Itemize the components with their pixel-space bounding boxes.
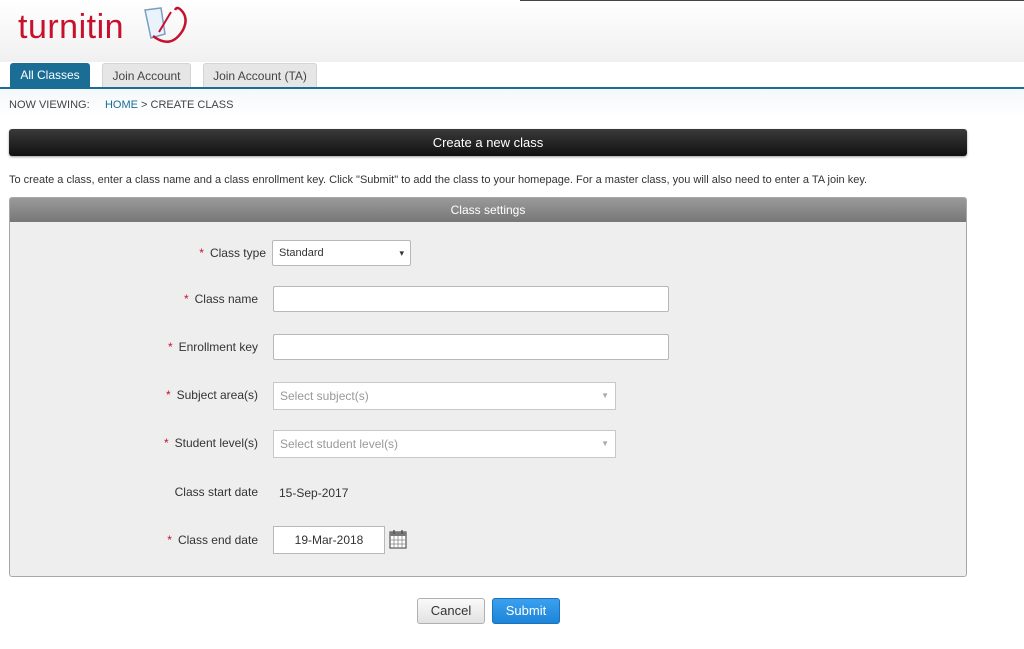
start-date-value: 15-Sep-2017 xyxy=(279,486,349,500)
logo-mark-icon xyxy=(144,6,187,43)
calendar-icon[interactable] xyxy=(389,529,407,549)
breadcrumb-prefix: NOW VIEWING: xyxy=(9,99,90,111)
breadcrumb-separator: > xyxy=(141,99,148,111)
student-levels-placeholder: Select student level(s) xyxy=(280,437,399,451)
top-divider xyxy=(520,0,1024,1)
class-type-label: * Class type xyxy=(199,246,266,260)
class-name-label: * Class name xyxy=(183,292,258,306)
chevron-down-icon: ▾ xyxy=(399,248,404,258)
class-type-select[interactable]: Standard ▾ xyxy=(272,240,411,266)
breadcrumb: NOW VIEWING: HOME > CREATE CLASS xyxy=(9,99,233,111)
required-marker: * xyxy=(167,533,172,547)
required-marker: * xyxy=(183,292,189,306)
breadcrumb-current: CREATE CLASS xyxy=(150,99,234,111)
class-type-value: Standard xyxy=(279,247,324,259)
required-marker: * xyxy=(199,246,204,260)
required-marker: * xyxy=(167,340,173,354)
end-date-label: * Class end date xyxy=(167,533,258,547)
breadcrumb-home-link[interactable]: HOME xyxy=(105,99,138,111)
class-name-input[interactable] xyxy=(273,286,669,312)
end-date-input[interactable]: 19-Mar-2018 xyxy=(273,526,385,554)
logo-text: turnitin xyxy=(18,8,125,46)
enrollment-key-input[interactable] xyxy=(273,334,669,360)
cancel-button[interactable]: Cancel xyxy=(417,598,485,624)
chevron-down-icon: ▼ xyxy=(601,439,609,448)
subject-areas-label: * Subject area(s) xyxy=(165,388,258,402)
tab-bar: All Classes Join Account Join Account (T… xyxy=(0,62,1024,90)
chevron-down-icon: ▼ xyxy=(601,391,609,400)
submit-button[interactable]: Submit xyxy=(492,598,560,624)
enrollment-key-label: * Enrollment key xyxy=(167,340,258,354)
student-levels-label: * Student level(s) xyxy=(163,436,258,450)
page-title: Create a new class xyxy=(9,129,967,156)
required-marker: * xyxy=(163,436,169,450)
required-marker: * xyxy=(165,388,171,402)
tab-join-account-ta[interactable]: Join Account (TA) xyxy=(203,63,317,89)
student-levels-select[interactable]: Select student level(s) ▼ xyxy=(273,430,616,458)
subject-areas-select[interactable]: Select subject(s) ▼ xyxy=(273,382,616,410)
subject-areas-placeholder: Select subject(s) xyxy=(280,389,369,403)
start-date-label: Class start date xyxy=(174,485,258,499)
tab-join-account[interactable]: Join Account xyxy=(102,63,191,89)
tab-all-classes[interactable]: All Classes xyxy=(10,63,90,88)
panel-title: Class settings xyxy=(10,198,966,222)
intro-text: To create a class, enter a class name an… xyxy=(9,174,868,186)
class-settings-panel: Class settings * Class type Standard ▾ * C… xyxy=(9,197,967,577)
